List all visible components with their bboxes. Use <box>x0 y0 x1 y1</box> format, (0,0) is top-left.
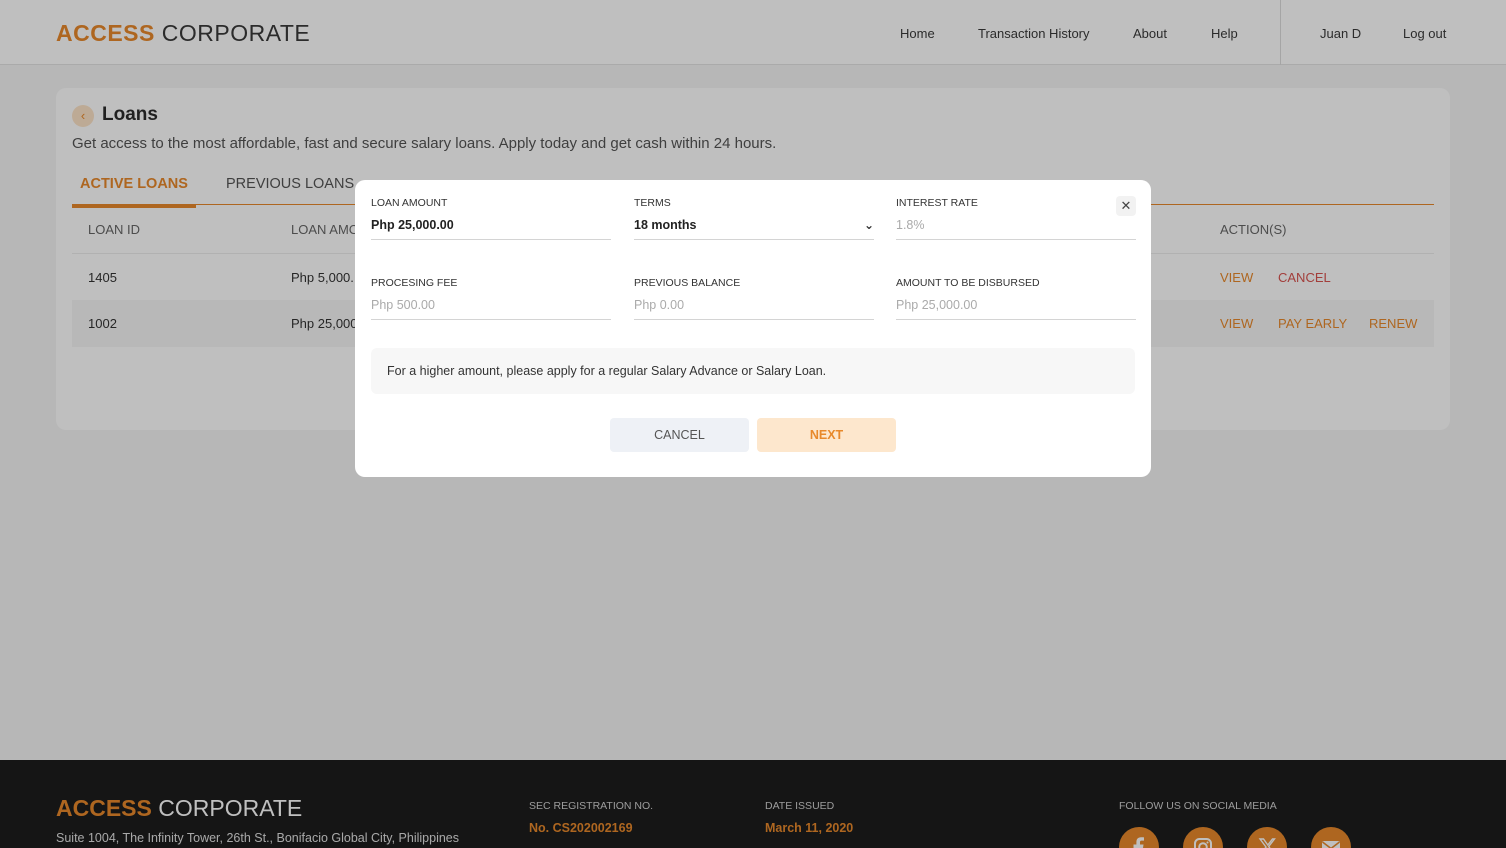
processing-fee-input: Php 500.00 <box>371 298 611 320</box>
previous-balance-label: PREVIOUS BALANCE <box>634 277 741 289</box>
notice-text: For a higher amount, please apply for a … <box>387 364 827 378</box>
processing-fee-label: PROCESING FEE <box>371 277 458 289</box>
terms-field: TERMS 18 months ⌄ <box>634 197 874 240</box>
amount-disbursed-label: AMOUNT TO BE DISBURSED <box>896 277 1040 289</box>
loan-details-modal: ✕ LOAN AMOUNT Php 25,000.00 TERMS 18 mon… <box>355 180 1151 477</box>
next-button[interactable]: NEXT <box>757 418 896 452</box>
terms-value: 18 months <box>634 218 697 232</box>
cancel-button[interactable]: CANCEL <box>610 418 749 452</box>
processing-fee-field: PROCESING FEE Php 500.00 <box>371 277 611 320</box>
previous-balance-field: PREVIOUS BALANCE Php 0.00 <box>634 277 874 320</box>
terms-select[interactable]: 18 months ⌄ <box>634 218 874 240</box>
chevron-down-icon: ⌄ <box>863 218 874 232</box>
interest-rate-field: INTEREST RATE 1.8% <box>896 197 1136 240</box>
notice-box: For a higher amount, please apply for a … <box>371 348 1135 394</box>
terms-label: TERMS <box>634 197 671 209</box>
amount-disbursed-input: Php 25,000.00 <box>896 298 1136 320</box>
previous-balance-input: Php 0.00 <box>634 298 874 320</box>
interest-rate-input: 1.8% <box>896 218 1136 240</box>
interest-rate-label: INTEREST RATE <box>896 197 978 209</box>
loan-amount-input[interactable]: Php 25,000.00 <box>371 218 611 240</box>
loan-amount-field: LOAN AMOUNT Php 25,000.00 <box>371 197 611 240</box>
loan-amount-label: LOAN AMOUNT <box>371 197 448 209</box>
amount-disbursed-field: AMOUNT TO BE DISBURSED Php 25,000.00 <box>896 277 1136 320</box>
